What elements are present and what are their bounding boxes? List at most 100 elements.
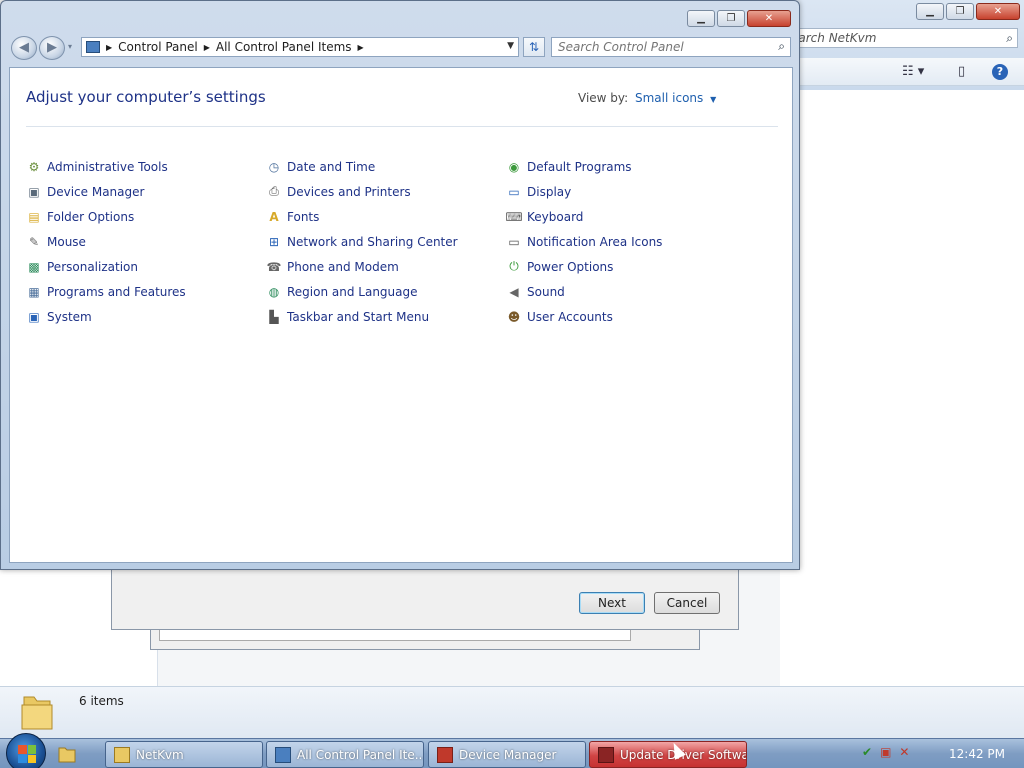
explorer-pinned-icon[interactable] <box>56 743 78 765</box>
breadcrumb-all-items[interactable]: All Control Panel Items <box>216 40 352 54</box>
cp-item-phone-and-modem[interactable]: ☎ Phone and Modem <box>266 254 506 279</box>
breadcrumb-arrow-icon[interactable]: ▶ <box>358 43 364 52</box>
cp-item-user-accounts[interactable]: ☻ User Accounts <box>506 304 746 329</box>
cp-item-keyboard[interactable]: ⌨ Keyboard <box>505 204 746 229</box>
network-status-icon[interactable]: ▣ <box>880 745 891 759</box>
cp-item-label: Notification Area Icons <box>527 234 663 249</box>
notification-icon: ▭ <box>508 234 520 249</box>
task-label: NetKvm <box>136 747 184 762</box>
update-driver-wizard: Next Cancel <box>111 560 739 630</box>
explorer-search-input[interactable]: earch NetKvm ⌕ <box>786 28 1018 48</box>
monitor-icon: ▭ <box>508 184 520 199</box>
cp-item-label: Mouse <box>47 234 86 249</box>
system-icon: ▣ <box>28 309 40 324</box>
clock[interactable]: 12:42 PM <box>949 747 1005 761</box>
cp-item-label: Programs and Features <box>47 284 186 299</box>
minimize-button[interactable]: ▁ <box>916 3 944 20</box>
cp-item-administrative-tools[interactable]: ⚙ Administrative Tools <box>26 154 266 179</box>
control-panel-icon <box>275 746 291 763</box>
control-panel-items: ⚙ Administrative Tools ◷ Date and Time ◉ De… <box>26 154 746 329</box>
cp-item-taskbar-and-start-menu[interactable]: ▙ Taskbar and Start Menu <box>266 304 506 329</box>
cp-item-label: Keyboard <box>527 209 584 224</box>
taskbar-task-netkvm[interactable]: NetKvm <box>105 741 263 768</box>
volume-muted-icon[interactable]: ✕ <box>899 745 909 759</box>
help-icon[interactable]: ? <box>992 64 1008 80</box>
cp-item-label: Date and Time <box>287 159 376 174</box>
cp-item-programs-and-features[interactable]: ▦ Programs and Features <box>26 279 266 304</box>
cancel-button[interactable]: Cancel <box>654 592 720 614</box>
cp-item-notification-area-icons[interactable]: ▭ Notification Area Icons <box>506 229 746 254</box>
breadcrumb-control-panel[interactable]: Control Panel <box>118 40 198 54</box>
speaker-icon: ◀ <box>509 284 519 299</box>
action-center-icon[interactable]: ✔ <box>862 745 872 759</box>
minimize-button[interactable]: ▁ <box>687 10 715 27</box>
control-panel-content: Adjust your computer’s settings View by:… <box>9 67 793 563</box>
recent-pages-icon[interactable]: ▾ <box>68 42 72 51</box>
cp-item-display[interactable]: ▭ Display <box>506 179 746 204</box>
explorer-window-buttons: ▁ ❐ ✕ <box>916 3 1020 20</box>
cp-item-label: Administrative Tools <box>47 159 168 174</box>
back-button[interactable]: ◀ <box>11 36 37 60</box>
cp-item-label: Folder Options <box>47 209 135 224</box>
view-by-label: View by: <box>578 91 629 105</box>
divider <box>26 126 778 127</box>
task-label: All Control Panel Ite... <box>297 747 424 762</box>
search-icon[interactable]: ⌕ <box>778 39 785 54</box>
start-button[interactable] <box>6 733 46 768</box>
breadcrumb-arrow-icon[interactable]: ▶ <box>204 43 210 52</box>
chevron-down-icon: ▼ <box>710 95 717 104</box>
update-driver-icon <box>598 746 614 763</box>
globe-icon: ◍ <box>268 284 280 299</box>
cp-item-mouse[interactable]: ✎ Mouse <box>26 229 266 254</box>
windows-logo-icon <box>18 745 36 763</box>
cp-item-personalization[interactable]: ▩ Personalization <box>26 254 266 279</box>
next-button[interactable]: Next <box>579 592 645 614</box>
taskbar-icon: ▙ <box>269 309 279 324</box>
device-manager-icon <box>437 746 453 763</box>
maximize-button[interactable]: ❐ <box>946 3 974 20</box>
view-options-icon[interactable]: ☷ ▾ <box>902 64 924 79</box>
search-input[interactable] <box>551 37 791 57</box>
address-dropdown-icon[interactable]: ▼ <box>507 41 514 51</box>
control-panel-window: ▁ ❐ ✕ ◀ ▶ ▾ ▶ Control Panel ▶ All Contro… <box>0 0 800 570</box>
cp-item-label: Devices and Printers <box>287 184 411 199</box>
breadcrumb: ▶ Control Panel ▶ All Control Panel Item… <box>86 40 364 54</box>
cp-item-devices-and-printers[interactable]: ⎙ Devices and Printers <box>266 179 506 204</box>
cp-item-sound[interactable]: ◀ Sound <box>506 279 746 304</box>
view-by-dropdown[interactable]: Small icons ▼ <box>635 91 716 105</box>
wizard-button-bar: Next Cancel <box>120 561 730 623</box>
explorer-titlebar: ▁ ❐ ✕ earch NetKvm ⌕ ☷ ▾ ▯ ? <box>780 0 1024 90</box>
address-bar[interactable]: ▶ Control Panel ▶ All Control Panel Item… <box>81 37 519 57</box>
taskbar-task-control-panel[interactable]: All Control Panel Ite... <box>266 741 424 768</box>
users-icon: ☻ <box>507 309 521 324</box>
device-manager-icon: ▣ <box>28 184 40 199</box>
maximize-button[interactable]: ❐ <box>717 10 745 27</box>
cp-item-fonts[interactable]: A Fonts <box>266 204 506 229</box>
cp-item-label: User Accounts <box>527 309 613 324</box>
search-icon[interactable]: ⌕ <box>1006 31 1013 46</box>
cp-item-power-options[interactable]: ⏻ Power Options <box>506 254 746 279</box>
mouse-icon: ✎ <box>28 234 40 249</box>
cp-item-default-programs[interactable]: ◉ Default Programs <box>506 154 746 179</box>
taskbar-task-device-manager[interactable]: Device Manager <box>428 741 586 768</box>
cp-item-label: Network and Sharing Center <box>287 234 458 249</box>
cp-item-region-and-language[interactable]: ◍ Region and Language <box>266 279 506 304</box>
cp-item-label: Device Manager <box>47 184 145 199</box>
view-by-value: Small icons <box>635 91 704 105</box>
cp-item-label: Phone and Modem <box>287 259 399 274</box>
cp-item-label: Region and Language <box>287 284 418 299</box>
cp-item-network-and-sharing-center[interactable]: ⊞ Network and Sharing Center <box>266 229 506 254</box>
cp-item-label: Default Programs <box>527 159 632 174</box>
cp-item-device-manager[interactable]: ▣ Device Manager <box>26 179 266 204</box>
preview-pane-icon[interactable]: ▯ <box>958 64 965 79</box>
cp-item-date-and-time[interactable]: ◷ Date and Time <box>266 154 506 179</box>
close-button[interactable]: ✕ <box>747 10 791 27</box>
breadcrumb-arrow-icon[interactable]: ▶ <box>106 43 112 52</box>
close-button[interactable]: ✕ <box>976 3 1020 20</box>
refresh-button[interactable]: ⇅ <box>523 37 545 57</box>
cp-item-folder-options[interactable]: ▤ Folder Options <box>26 204 266 229</box>
cp-item-system[interactable]: ▣ System <box>26 304 266 329</box>
forward-button[interactable]: ▶ <box>39 36 65 60</box>
system-tray: ✔ ▣ ✕ <box>862 745 909 759</box>
network-icon: ⊞ <box>268 234 280 249</box>
